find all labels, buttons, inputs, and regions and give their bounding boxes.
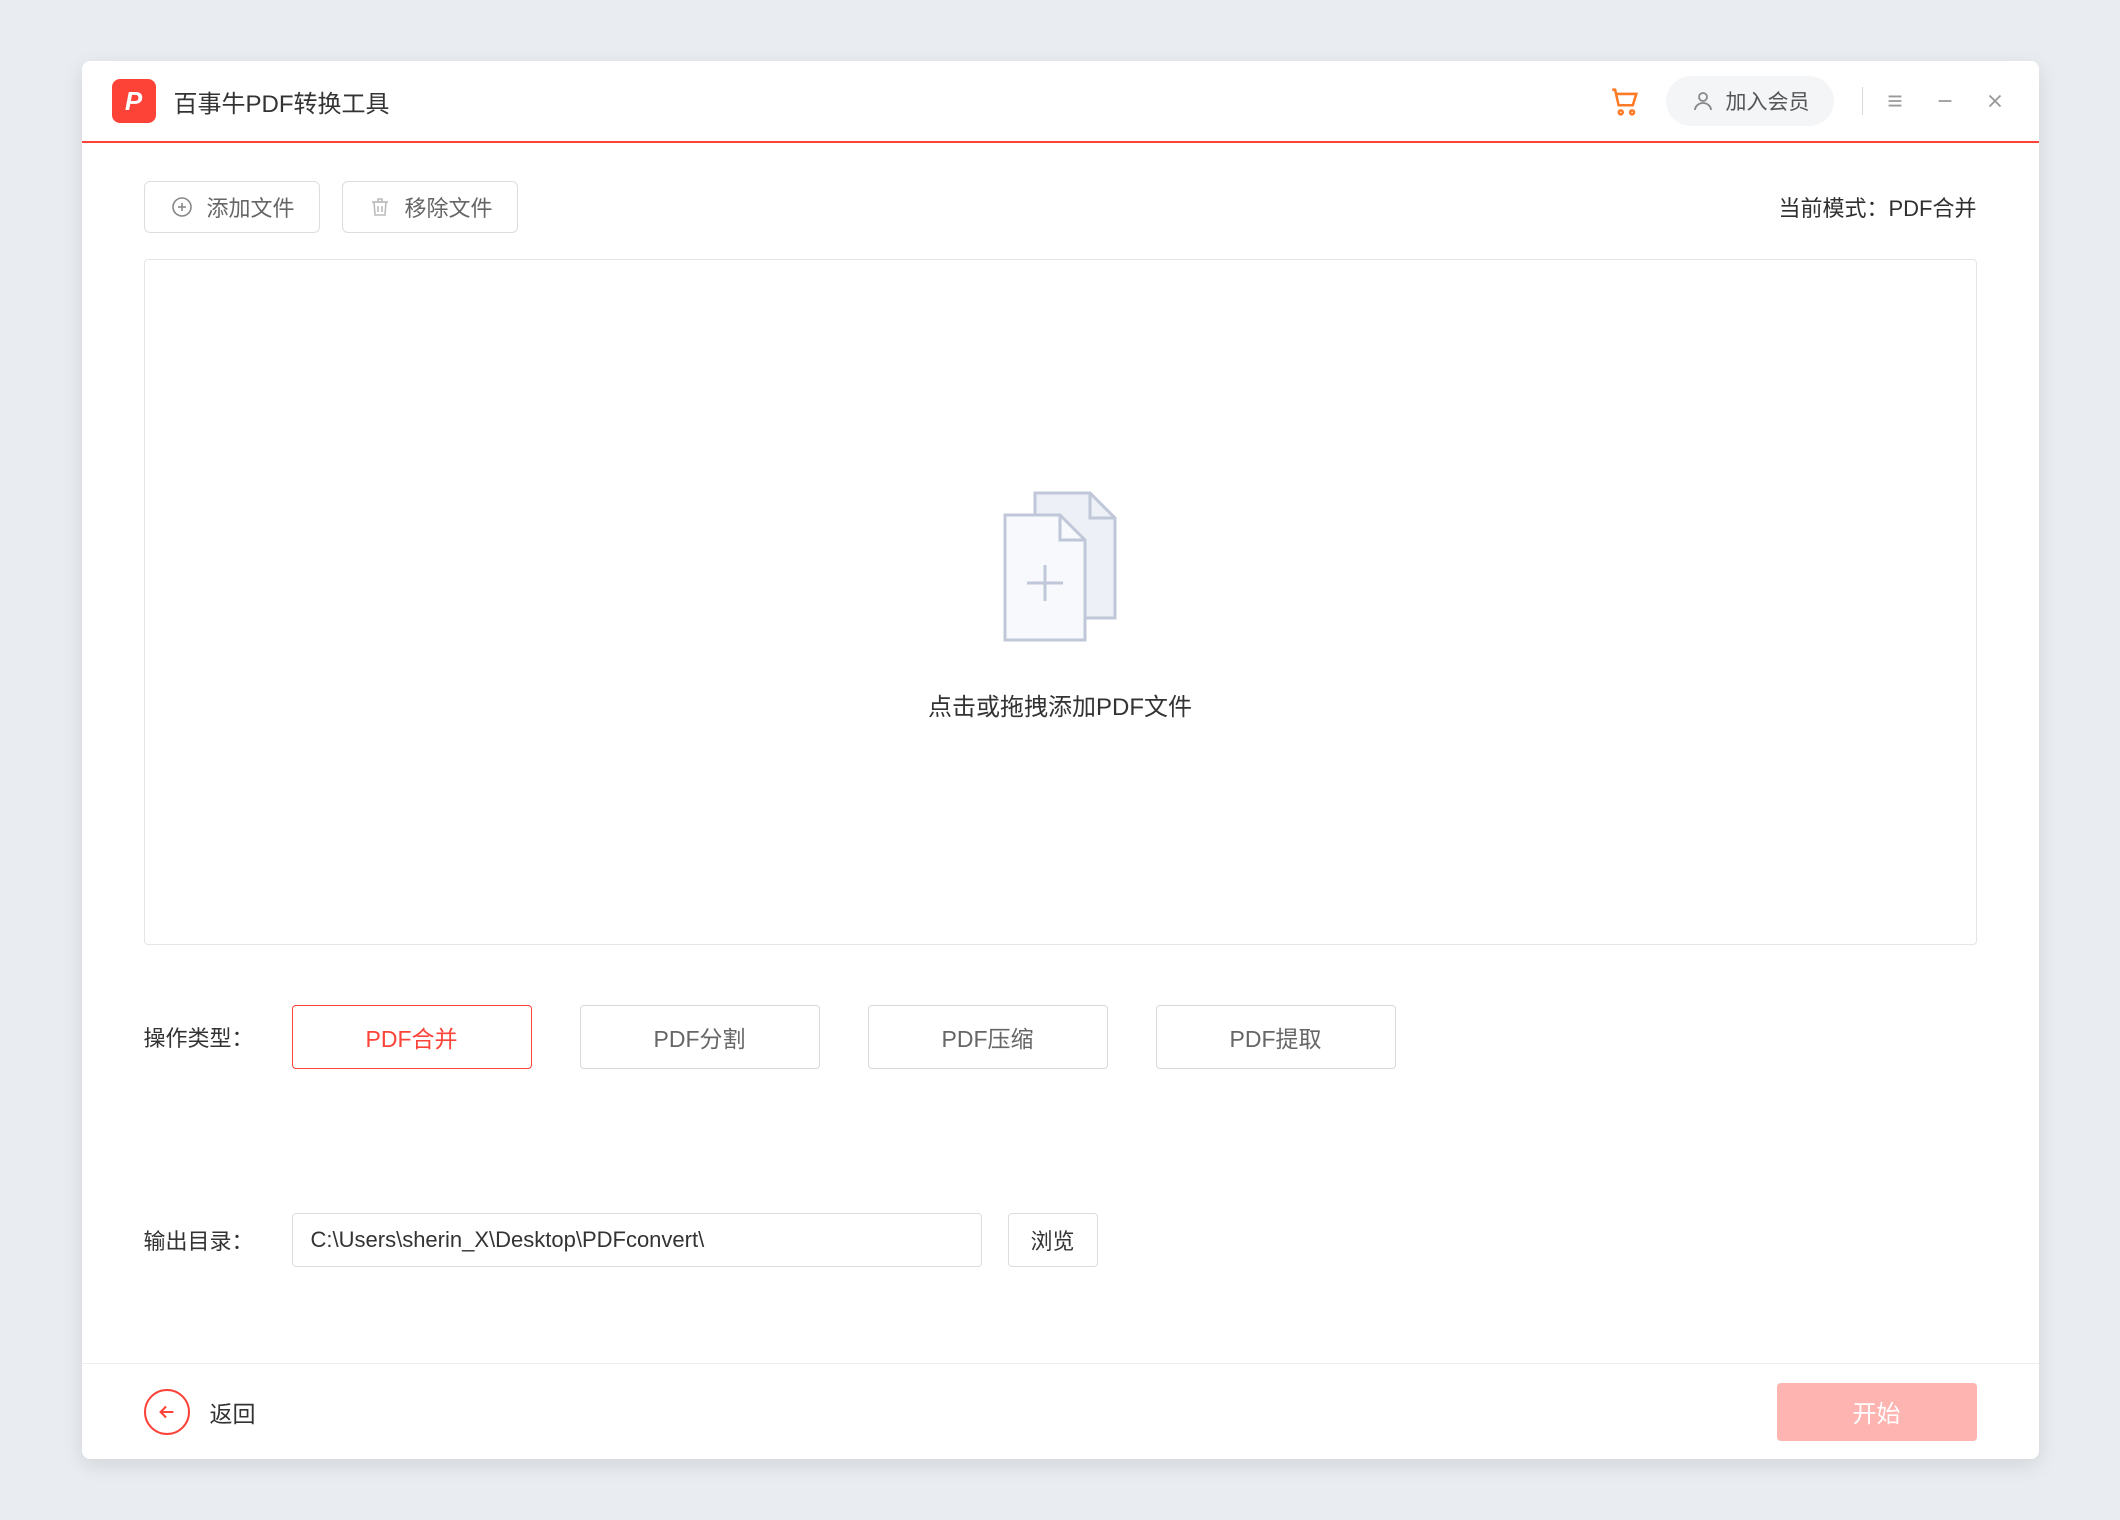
logo-letter: P [125,86,142,117]
cart-icon [1608,84,1642,118]
user-icon [1690,88,1716,114]
file-drop-zone[interactable]: 点击或拖拽添加PDF文件 [144,259,1977,945]
remove-file-label: 移除文件 [405,191,493,223]
operation-type-label: 操作类型： [144,1021,254,1053]
add-file-label: 添加文件 [207,191,295,223]
member-label: 加入会员 [1726,86,1810,116]
app-title: 百事牛PDF转换工具 [174,84,390,119]
cart-button[interactable] [1602,78,1648,124]
output-path-input[interactable] [292,1213,982,1267]
output-dir-label: 输出目录： [144,1224,254,1256]
plus-circle-icon [169,194,195,220]
minimize-icon [1934,90,1956,112]
browse-button[interactable]: 浏览 [1008,1213,1098,1267]
back-arrow-icon [144,1389,190,1435]
footer-bar: 返回 开始 [82,1363,2039,1459]
trash-icon [367,194,393,220]
menu-button[interactable] [1881,87,1909,115]
current-mode-text: 当前模式：PDF合并 [1778,191,1976,223]
option-pdf-merge[interactable]: PDF合并 [292,1005,532,1069]
app-logo: P [112,79,156,123]
back-label: 返回 [210,1395,256,1429]
content-area: 添加文件 移除文件 当前模式：PDF合并 [82,143,2039,1363]
operation-type-section: 操作类型： PDF合并 PDF分割 PDF压缩 PDF提取 [144,1005,1977,1069]
remove-file-button[interactable]: 移除文件 [342,181,518,233]
output-directory-section: 输出目录： 浏览 [144,1213,1977,1267]
app-window: P 百事牛PDF转换工具 加入会员 [82,61,2039,1459]
minimize-button[interactable] [1931,87,1959,115]
toolbar-row: 添加文件 移除文件 当前模式：PDF合并 [144,181,1977,233]
menu-icon [1884,90,1906,112]
add-file-button[interactable]: 添加文件 [144,181,320,233]
window-controls [1862,87,2009,115]
option-pdf-compress[interactable]: PDF压缩 [868,1005,1108,1069]
close-button[interactable] [1981,87,2009,115]
drop-hint-text: 点击或拖拽添加PDF文件 [928,687,1192,722]
close-icon [1984,90,2006,112]
join-member-button[interactable]: 加入会员 [1666,76,1834,126]
titlebar: P 百事牛PDF转换工具 加入会员 [82,61,2039,143]
start-button[interactable]: 开始 [1777,1383,1977,1441]
back-button[interactable]: 返回 [144,1389,256,1435]
option-pdf-extract[interactable]: PDF提取 [1156,1005,1396,1069]
option-pdf-split[interactable]: PDF分割 [580,1005,820,1069]
add-file-icon [980,483,1140,643]
